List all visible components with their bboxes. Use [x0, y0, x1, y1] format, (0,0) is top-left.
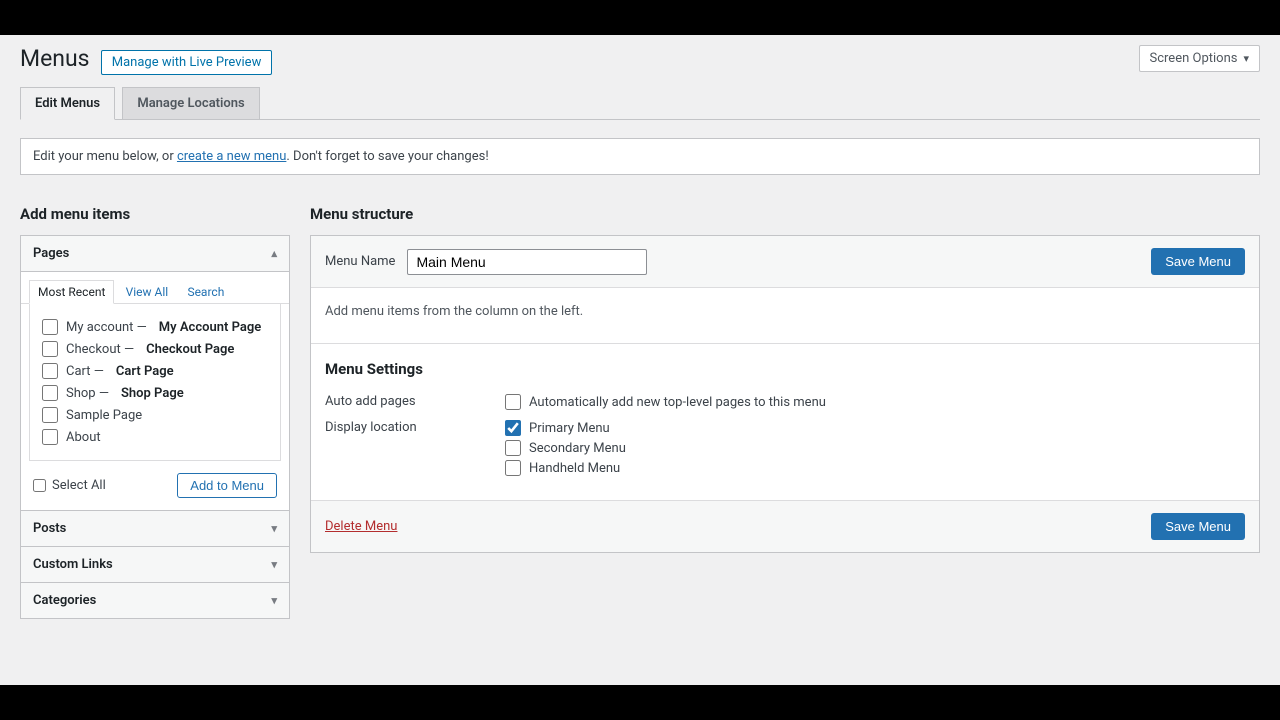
- page-checkbox[interactable]: [42, 363, 58, 379]
- page-label: Sample Page: [66, 408, 142, 423]
- page-label: My account —: [66, 320, 147, 335]
- location-primary-text: Primary Menu: [529, 421, 610, 436]
- page-label: Checkout —: [66, 342, 134, 357]
- inner-tab-view-all[interactable]: View All: [118, 281, 177, 303]
- location-handheld-text: Handheld Menu: [529, 461, 620, 476]
- menu-name-label: Menu Name: [325, 254, 395, 269]
- caret-up-icon: ▴: [271, 247, 277, 260]
- save-menu-button-bottom[interactable]: Save Menu: [1151, 513, 1245, 540]
- display-location-label: Display location: [325, 418, 505, 435]
- info-prefix: Edit your menu below, or: [33, 149, 177, 164]
- page-sublabel: My Account Page: [159, 320, 261, 335]
- page-sublabel: Checkout Page: [146, 342, 234, 357]
- location-secondary-text: Secondary Menu: [529, 441, 626, 456]
- nav-tabs: Edit Menus Manage Locations: [20, 87, 1260, 120]
- pages-list: My account —My Account Page Checkout —Ch…: [29, 304, 281, 461]
- menu-panel: Menu Name Save Menu Add menu items from …: [310, 235, 1260, 553]
- categories-accordion-header[interactable]: Categories ▾: [21, 582, 289, 618]
- page-item: Sample Page: [42, 404, 268, 426]
- location-secondary-checkbox[interactable]: [505, 440, 521, 456]
- location-secondary-option[interactable]: Secondary Menu: [505, 438, 1245, 458]
- page-checkbox[interactable]: [42, 407, 58, 423]
- select-all-checkbox[interactable]: [33, 479, 46, 492]
- select-all-text: Select All: [52, 478, 106, 493]
- tab-manage-locations[interactable]: Manage Locations: [122, 87, 259, 119]
- page-checkbox[interactable]: [42, 319, 58, 335]
- page-label: About: [66, 430, 101, 445]
- location-handheld-option[interactable]: Handheld Menu: [505, 458, 1245, 478]
- posts-accordion-title: Posts: [33, 521, 66, 536]
- pages-accordion: Pages ▴ Most Recent View All Search My a…: [20, 235, 290, 619]
- page-label: Cart —: [66, 364, 104, 379]
- pages-inner-tabs: Most Recent View All Search: [21, 272, 289, 304]
- posts-accordion-header[interactable]: Posts ▾: [21, 510, 289, 546]
- caret-down-icon: ▾: [271, 558, 277, 571]
- page-checkbox[interactable]: [42, 385, 58, 401]
- auto-add-option[interactable]: Automatically add new top-level pages to…: [505, 392, 1245, 412]
- page-title: Menus: [20, 45, 90, 72]
- inner-tab-search[interactable]: Search: [179, 281, 232, 303]
- page-item: Shop — Shop Page: [42, 382, 268, 404]
- create-new-menu-link[interactable]: create a new menu: [177, 149, 286, 164]
- menu-items-empty-hint: Add menu items from the column on the le…: [311, 288, 1259, 344]
- screen-options-button[interactable]: Screen Options: [1139, 45, 1261, 72]
- page-sublabel: Cart Page: [116, 364, 174, 379]
- page-checkbox[interactable]: [42, 429, 58, 445]
- page-sublabel: Shop Page: [121, 386, 184, 401]
- info-suffix: . Don't forget to save your changes!: [286, 149, 488, 164]
- tab-edit-menus[interactable]: Edit Menus: [20, 87, 115, 120]
- auto-add-checkbox[interactable]: [505, 394, 521, 410]
- add-items-heading: Add menu items: [20, 205, 290, 223]
- select-all-label[interactable]: Select All: [33, 478, 106, 493]
- custom-links-accordion-title: Custom Links: [33, 557, 113, 572]
- page-label: Shop —: [66, 386, 109, 401]
- info-message: Edit your menu below, or create a new me…: [20, 138, 1260, 175]
- inner-tab-most-recent[interactable]: Most Recent: [29, 280, 114, 304]
- location-handheld-checkbox[interactable]: [505, 460, 521, 476]
- page-checkbox[interactable]: [42, 341, 58, 357]
- save-menu-button-top[interactable]: Save Menu: [1151, 248, 1245, 275]
- manage-live-preview-button[interactable]: Manage with Live Preview: [101, 50, 273, 75]
- custom-links-accordion-header[interactable]: Custom Links ▾: [21, 546, 289, 582]
- menu-name-input[interactable]: [407, 249, 647, 275]
- pages-accordion-header[interactable]: Pages ▴: [21, 236, 289, 272]
- caret-down-icon: ▾: [271, 522, 277, 535]
- page-item: About: [42, 426, 268, 448]
- delete-menu-link[interactable]: Delete Menu: [325, 519, 397, 534]
- page-item: My account — My Account Page: [42, 316, 268, 338]
- pages-accordion-title: Pages: [33, 246, 69, 261]
- add-to-menu-button[interactable]: Add to Menu: [177, 473, 277, 498]
- menu-structure-heading: Menu structure: [310, 205, 1260, 223]
- location-primary-option[interactable]: Primary Menu: [505, 418, 1245, 438]
- menu-settings-heading: Menu Settings: [325, 360, 1245, 378]
- location-primary-checkbox[interactable]: [505, 420, 521, 436]
- page-item: Checkout — Checkout Page: [42, 338, 268, 360]
- categories-accordion-title: Categories: [33, 593, 96, 608]
- auto-add-label: Auto add pages: [325, 392, 505, 409]
- page-item: Cart — Cart Page: [42, 360, 268, 382]
- auto-add-text: Automatically add new top-level pages to…: [529, 395, 826, 410]
- caret-down-icon: ▾: [271, 594, 277, 607]
